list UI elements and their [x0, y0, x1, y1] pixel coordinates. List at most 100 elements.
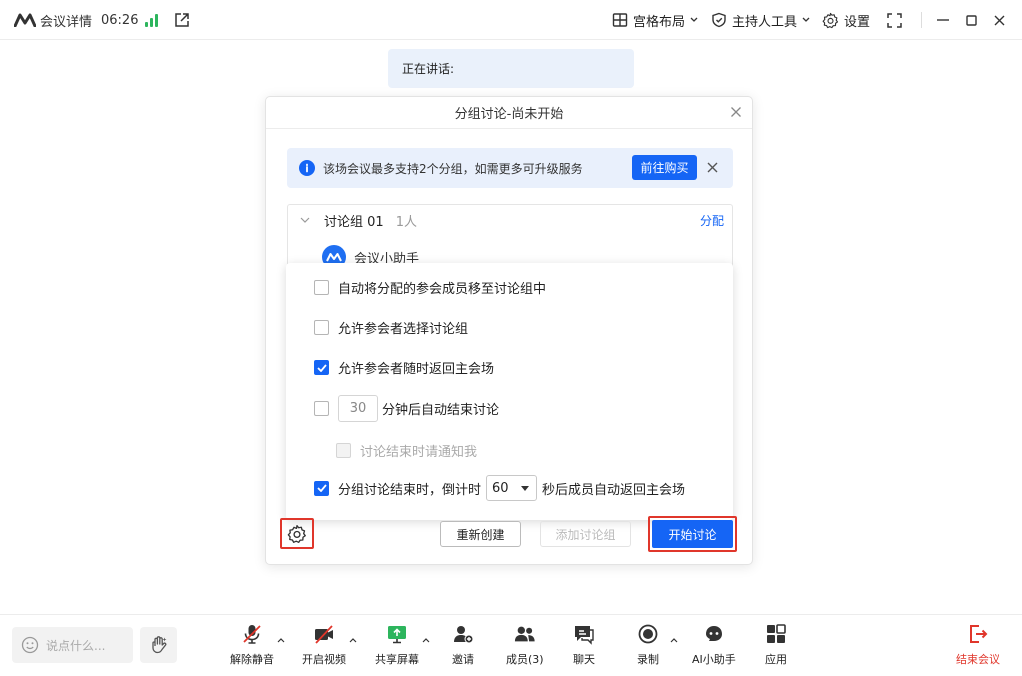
- option-auto-move[interactable]: 自动将分配的参会成员移至讨论组中: [314, 278, 546, 297]
- check-icon: [316, 363, 327, 372]
- speaking-indicator: 正在讲话:: [388, 49, 634, 88]
- recreate-button[interactable]: 重新创建: [440, 521, 521, 547]
- camera-off-icon: [313, 623, 335, 645]
- grid-layout-label: 宫格布局: [633, 14, 686, 30]
- bottom-toolbar: 说点什么... 解除静音 开启视频 共享屏幕 邀请 成员(3) 聊天 录制 AI…: [0, 614, 1022, 676]
- invite-button[interactable]: 邀请: [452, 623, 474, 667]
- app-logo-icon: [14, 0, 36, 40]
- open-external-icon[interactable]: [174, 0, 190, 40]
- tool-label: AI小助手: [692, 653, 736, 666]
- exit-icon: [967, 623, 989, 645]
- signal-strength-icon[interactable]: [145, 0, 159, 40]
- dialog-title: 分组讨论-尚未开始: [266, 97, 752, 129]
- close-icon[interactable]: [993, 0, 1005, 40]
- unmute-button[interactable]: 解除静音: [230, 623, 274, 667]
- grid-icon: [612, 13, 628, 27]
- meeting-info-link[interactable]: 会议详情: [40, 0, 92, 40]
- raise-hand-button[interactable]: [140, 627, 177, 663]
- close-icon[interactable]: [730, 106, 742, 118]
- host-tools-button[interactable]: 主持人工具: [711, 0, 810, 40]
- share-screen-button[interactable]: 共享屏幕: [375, 623, 419, 667]
- checkbox[interactable]: [314, 280, 329, 295]
- check-icon: [316, 484, 327, 492]
- option-notify-me: 讨论结束时请通知我: [336, 441, 477, 460]
- chevron-up-icon[interactable]: [670, 637, 678, 643]
- host-tools-label: 主持人工具: [732, 14, 798, 30]
- option-countdown[interactable]: 分组讨论结束时，倒计时 60 秒后成员自动返回主会场: [314, 475, 685, 501]
- info-icon: [299, 160, 315, 176]
- chevron-down-icon: [802, 17, 810, 22]
- shield-icon: [712, 12, 726, 28]
- settings-button[interactable]: 设置: [822, 0, 870, 40]
- breakout-dialog: 分组讨论-尚未开始 该场会议最多支持2个分组，如需更多可升级服务 前往购买 讨论…: [265, 96, 753, 565]
- members-button[interactable]: 成员(3): [506, 623, 544, 667]
- group-name: 讨论组 01: [324, 214, 384, 230]
- add-user-icon: [452, 623, 474, 645]
- minutes-input[interactable]: 30: [338, 395, 378, 422]
- mic-off-icon: [241, 623, 263, 645]
- divider: [921, 0, 922, 40]
- settings-label: 设置: [844, 14, 871, 30]
- tool-label: 录制: [637, 653, 659, 666]
- record-icon: [637, 623, 659, 645]
- option-label: 分钟后自动结束讨论: [382, 403, 500, 418]
- countdown-select[interactable]: 60: [486, 475, 538, 501]
- option-allow-return[interactable]: 允许参会者随时返回主会场: [314, 358, 494, 377]
- robot-icon: [703, 623, 725, 645]
- chat-placeholder: 说点什么...: [46, 638, 106, 653]
- fullscreen-icon[interactable]: [886, 0, 902, 40]
- chat-icon: [573, 623, 595, 645]
- start-button-highlight: 开始讨论: [648, 516, 737, 552]
- hand-icon: [151, 636, 166, 654]
- chevron-up-icon[interactable]: [349, 637, 357, 643]
- chevron-up-icon[interactable]: [422, 637, 430, 643]
- checkbox[interactable]: [314, 401, 329, 416]
- option-auto-end[interactable]: 30 分钟后自动结束讨论: [314, 395, 499, 422]
- tool-label: 共享屏幕: [375, 653, 419, 666]
- buy-button[interactable]: 前往购买: [632, 155, 697, 180]
- grid-layout-button[interactable]: 宫格布局: [612, 0, 698, 40]
- start-video-button[interactable]: 开启视频: [302, 623, 346, 667]
- ai-assistant-button[interactable]: AI小助手: [692, 623, 736, 667]
- start-discussion-button[interactable]: 开始讨论: [652, 520, 733, 548]
- users-icon: [514, 623, 536, 645]
- breakout-options-popover: 自动将分配的参会成员移至讨论组中 允许参会者选择讨论组 允许参会者随时返回主会场…: [286, 263, 733, 520]
- meeting-timer: 06:26: [101, 12, 139, 28]
- chat-input[interactable]: 说点什么...: [12, 627, 133, 663]
- upgrade-notice: 该场会议最多支持2个分组，如需更多可升级服务 前往购买: [287, 148, 733, 188]
- close-icon[interactable]: [707, 162, 718, 173]
- share-screen-icon: [386, 623, 408, 645]
- option-label: 自动将分配的参会成员移至讨论组中: [338, 282, 547, 297]
- checkbox[interactable]: [314, 320, 329, 335]
- option-allow-choose[interactable]: 允许参会者选择讨论组: [314, 318, 468, 337]
- chevron-down-icon: [300, 217, 310, 223]
- end-meeting-button[interactable]: 结束会议: [956, 623, 1000, 667]
- apps-button[interactable]: 应用: [765, 623, 787, 667]
- option-label: 讨论结束时请通知我: [360, 445, 478, 460]
- apps-grid-icon: [765, 623, 787, 645]
- smile-icon: [21, 636, 39, 654]
- maximize-icon[interactable]: [965, 0, 977, 40]
- gear-icon: [287, 524, 306, 543]
- options-gear-button[interactable]: [280, 518, 314, 549]
- option-label: 秒后成员自动返回主会场: [542, 482, 686, 498]
- chat-button[interactable]: 聊天: [573, 623, 595, 667]
- notice-text: 该场会议最多支持2个分组，如需更多可升级服务: [323, 161, 583, 176]
- option-label: 分组讨论结束时，倒计时: [338, 482, 482, 498]
- top-bar: 会议详情 06:26 宫格布局 主持人工具 设置: [0, 0, 1022, 40]
- record-button[interactable]: 录制: [637, 623, 659, 667]
- countdown-value: 60: [492, 480, 509, 496]
- tool-label: 应用: [765, 653, 787, 666]
- checkbox-checked[interactable]: [314, 360, 329, 375]
- tool-label: 开启视频: [302, 653, 346, 666]
- tool-label: 结束会议: [956, 653, 1000, 666]
- caret-down-icon: [521, 486, 530, 491]
- group-header[interactable]: 讨论组 01 1人 分配: [288, 205, 732, 235]
- chevron-up-icon[interactable]: [277, 637, 285, 643]
- checkbox-checked[interactable]: [314, 480, 329, 496]
- option-label: 允许参会者选择讨论组: [338, 322, 469, 337]
- tool-label: 邀请: [452, 653, 474, 666]
- minimize-icon[interactable]: [937, 0, 949, 40]
- add-group-button[interactable]: 添加讨论组: [540, 521, 631, 547]
- assign-link[interactable]: 分配: [700, 205, 724, 235]
